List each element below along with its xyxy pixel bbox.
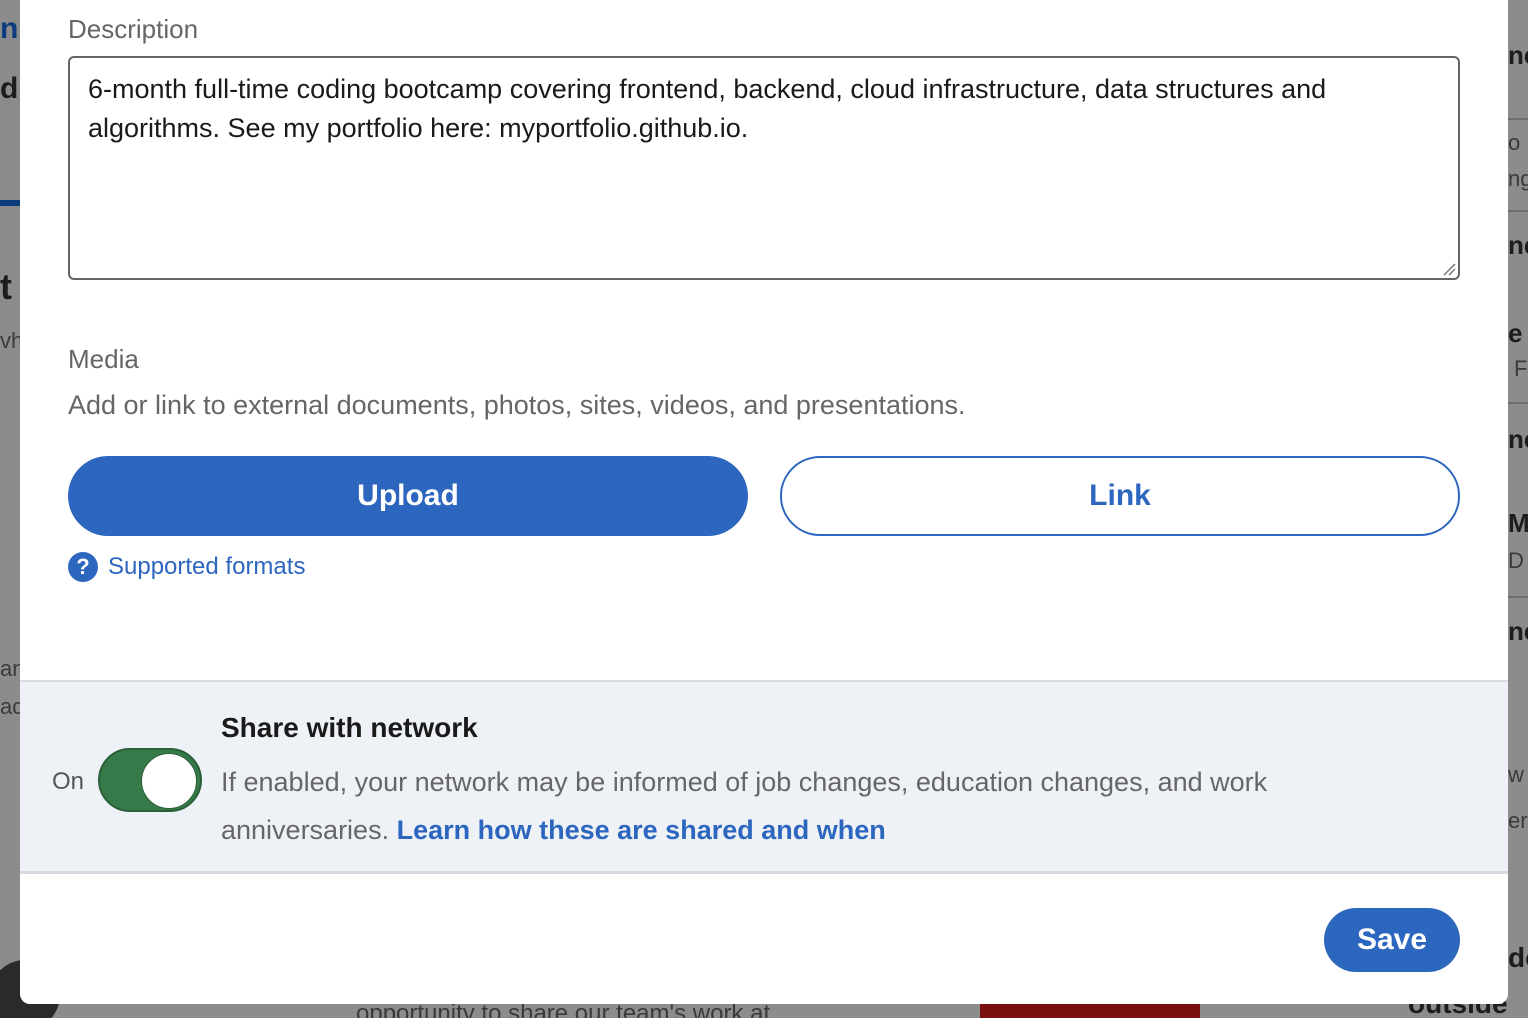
- bg-fragment: ne: [1508, 40, 1528, 70]
- link-button[interactable]: Link: [780, 456, 1460, 536]
- description-label: Description: [68, 14, 199, 44]
- bg-fragment: n: [0, 12, 19, 45]
- bg-tab-indicator: [0, 200, 20, 206]
- resize-grip-icon[interactable]: [1442, 262, 1456, 276]
- bg-fragment: ne: [1508, 424, 1528, 454]
- bg-fragment: M: [1508, 508, 1528, 538]
- bg-fragment: o :: [1508, 130, 1528, 155]
- bg-fragment: ne: [1508, 616, 1528, 646]
- upload-button[interactable]: Upload: [68, 456, 748, 536]
- share-toggle[interactable]: [98, 748, 202, 812]
- bg-fragment: er: [1508, 808, 1528, 833]
- supported-formats-link[interactable]: ? Supported formats: [68, 552, 305, 582]
- bg-fragment: ne: [1508, 230, 1528, 260]
- bg-fragment: w: [1508, 762, 1524, 787]
- bg-fragment: e: [1508, 318, 1523, 348]
- edit-education-modal: Description 6-month full-time coding boo…: [20, 0, 1508, 1004]
- save-button[interactable]: Save: [1324, 908, 1460, 972]
- toggle-state-label: On: [52, 768, 85, 795]
- bg-fragment: do: [1508, 942, 1528, 973]
- learn-more-link[interactable]: Learn how these are shared and when: [397, 815, 886, 845]
- description-text: 6-month full-time coding bootcamp coveri…: [88, 74, 1327, 143]
- bg-fragment: F: [1514, 356, 1528, 381]
- description-textarea[interactable]: 6-month full-time coding bootcamp coveri…: [68, 56, 1460, 280]
- bg-fragment: ng: [1508, 166, 1528, 191]
- supported-formats-label: Supported formats: [108, 553, 306, 580]
- media-help-text: Add or link to external documents, photo…: [68, 390, 966, 420]
- share-with-network-panel: On Share with network If enabled, your n…: [20, 680, 1508, 874]
- share-title: Share with network: [221, 712, 478, 743]
- bg-fragment: D: [1508, 548, 1524, 573]
- media-label: Media: [68, 344, 139, 374]
- bg-fragment: d: [0, 72, 19, 105]
- toggle-knob: [141, 753, 197, 809]
- help-circle-icon: ?: [68, 552, 98, 582]
- share-description: If enabled, your network may be informed…: [221, 758, 1401, 854]
